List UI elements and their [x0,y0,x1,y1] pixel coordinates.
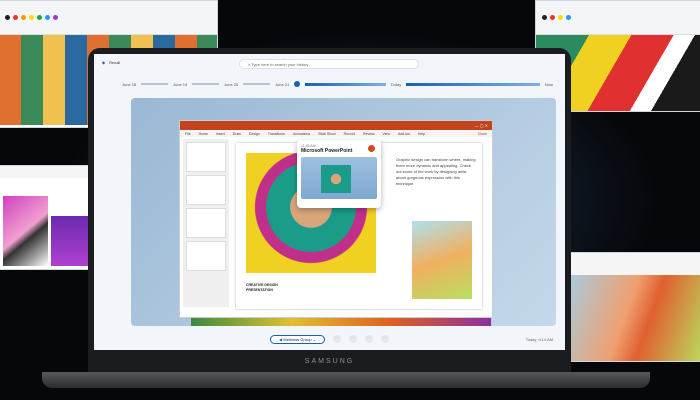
menu-item[interactable]: Review [363,132,374,136]
app-pill-button[interactable]: ◀ Wellness Group ⌄ [269,334,326,344]
timeline-label: June 19 [173,81,188,87]
snapshot-view: — ▢ ✕ File Home Insert Draw Design Transition… [131,98,556,326]
menu-item[interactable]: View [382,132,390,136]
menu-item[interactable]: Help [418,132,425,136]
slide-photo-small [412,221,472,299]
ribbon-menu: File Home Insert Draw Design Transitions Anima… [180,130,492,137]
brand-logo: SAMSUNG [304,358,355,365]
search-input[interactable]: ⌕ Type here to search your history [239,59,419,69]
timeline-label: June 20 [224,81,239,87]
timeline-knob[interactable] [294,81,301,87]
slide-thumbnail[interactable] [186,175,226,205]
menu-item[interactable]: Record [344,132,355,136]
slide-title: CREATIVE DESIGN PRESENTATION [246,283,278,292]
laptop-base [42,372,650,388]
slide-paragraph: Graphic design can transform where, maki… [396,157,476,186]
menu-item[interactable]: Draw [233,132,241,136]
menu-item[interactable]: Home [199,132,208,136]
paint-toolbar [536,1,700,35]
menu-item[interactable]: Design [249,132,260,136]
menu-item[interactable]: Slide Show [318,132,336,136]
menu-item[interactable]: Animations [293,132,310,136]
menu-item[interactable]: Insert [216,132,225,136]
laptop: ◆ Recall ⌕ Type here to search your hist… [88,48,571,372]
menu-item[interactable]: Transitions [268,132,285,136]
popup-preview [301,157,377,199]
paint-toolbar [0,1,217,35]
timeline-start[interactable]: June 18 [122,82,136,87]
timeline-slider[interactable]: June 18 June 19 June 20 June 21 Today No… [122,79,553,89]
recall-logo-icon: ◆ [102,60,106,65]
powerpoint-icon [368,145,375,152]
snapshot-timestamp: Today, 9:14 AM [525,336,553,342]
delete-icon[interactable] [365,335,374,343]
copy-icon[interactable] [349,335,358,343]
timeline-label: June 21 [275,81,290,87]
slide-thumbnail[interactable] [186,142,226,172]
recall-window: ◆ Recall ⌕ Type here to search your hist… [94,54,565,350]
browser-window-right [560,252,700,362]
slide-thumbnail[interactable] [186,208,226,238]
now-button[interactable]: Now [545,82,553,87]
powerpoint-titlebar: — ▢ ✕ [180,121,492,130]
share-button[interactable]: Share [478,132,487,136]
snapshot-popup[interactable]: 11:45 AM Microsoft PowerPoint [297,140,381,208]
timeline-label: Today [390,81,402,87]
search-placeholder: Type here to search your history [251,62,309,67]
menu-item[interactable]: File [185,132,191,136]
popup-app-name: Microsoft PowerPoint [301,148,353,154]
open-icon[interactable] [333,335,342,343]
slide-thumbnails [183,139,229,307]
slide-thumbnail[interactable] [186,241,226,271]
more-icon[interactable] [381,335,390,343]
menu-item[interactable]: Add-ins [398,132,410,136]
snapshot-actions: ◀ Wellness Group ⌄ Today, 9:14 AM [94,332,565,346]
window-controls-icon: — ▢ ✕ [474,123,488,128]
app-title: Recall [109,60,121,65]
